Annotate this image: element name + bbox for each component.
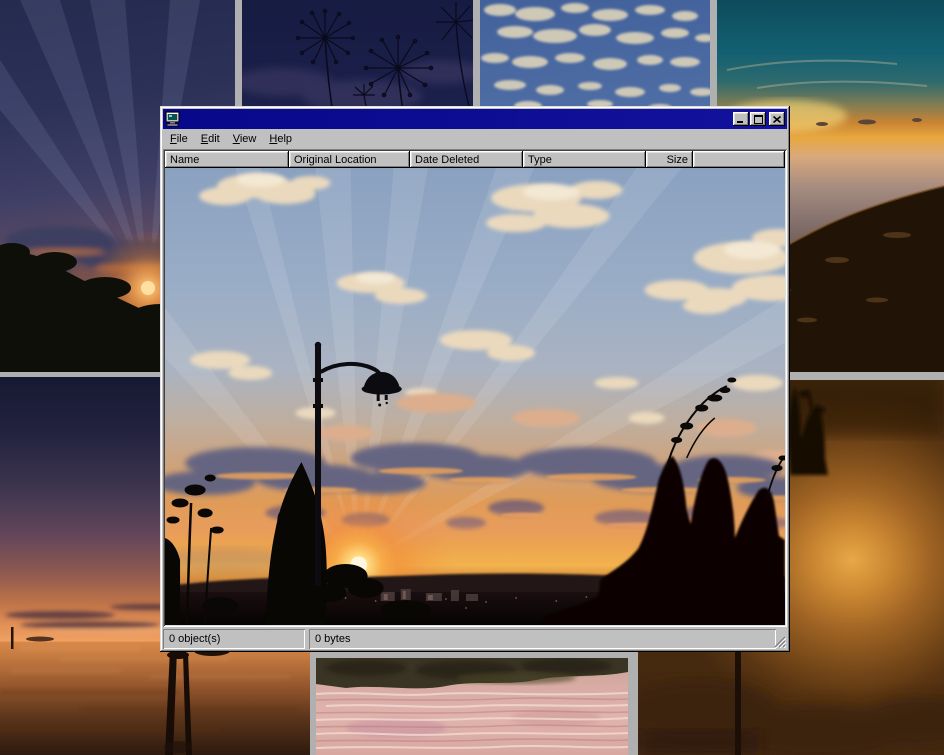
- wallpaper-tile-pink-water: [316, 658, 628, 755]
- close-button[interactable]: [769, 112, 785, 126]
- column-header-original-location[interactable]: Original Location: [289, 151, 410, 168]
- photo-sunset-street-lamp: [165, 168, 785, 625]
- maximize-button[interactable]: [750, 112, 766, 126]
- titlebar[interactable]: [163, 109, 787, 129]
- window-recycle-bin: File Edit View Help Name Original Locati…: [160, 106, 790, 652]
- desktop: File Edit View Help Name Original Locati…: [0, 0, 944, 755]
- computer-icon[interactable]: [165, 111, 181, 127]
- column-header-size[interactable]: Size: [646, 151, 693, 168]
- resize-grip[interactable]: [774, 636, 786, 648]
- column-header-date-deleted[interactable]: Date Deleted: [410, 151, 523, 168]
- status-object-count: 0 object(s): [163, 629, 305, 649]
- column-header-type[interactable]: Type: [523, 151, 646, 168]
- menu-file[interactable]: File: [164, 131, 194, 147]
- minimize-icon: [737, 115, 745, 123]
- menu-view[interactable]: View: [227, 131, 263, 147]
- menu-edit[interactable]: Edit: [195, 131, 226, 147]
- column-header-name[interactable]: Name: [165, 151, 289, 168]
- close-icon: [773, 116, 781, 123]
- maximize-icon: [754, 115, 763, 124]
- status-bar: 0 object(s) 0 bytes: [163, 629, 787, 649]
- menu-bar: File Edit View Help: [163, 129, 787, 149]
- minimize-button[interactable]: [733, 112, 749, 126]
- file-list-area[interactable]: Name Original Location Date Deleted Type…: [163, 149, 787, 627]
- column-header-blank[interactable]: [693, 151, 785, 168]
- status-total-size: 0 bytes: [309, 629, 776, 649]
- column-header-row: Name Original Location Date Deleted Type…: [165, 151, 785, 168]
- menu-help[interactable]: Help: [263, 131, 298, 147]
